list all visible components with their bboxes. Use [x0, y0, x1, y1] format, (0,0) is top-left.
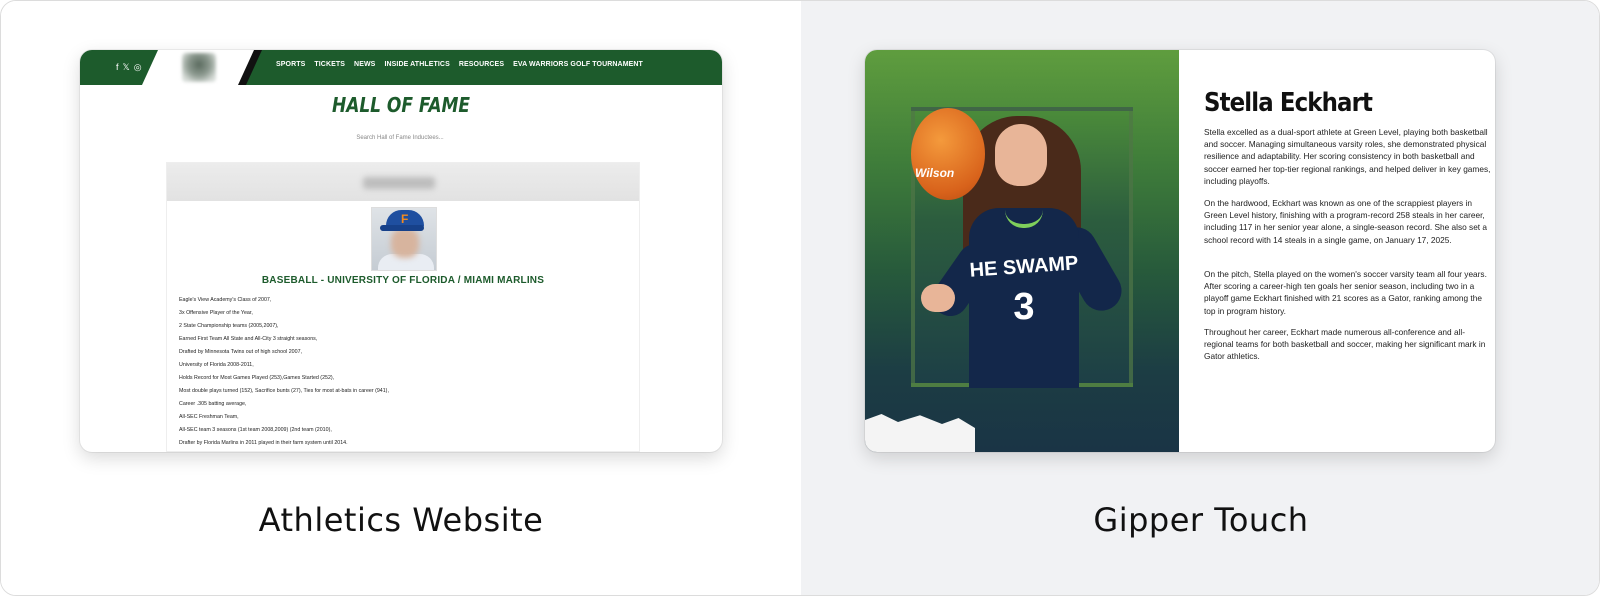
accomplishment-line: University of Florida 2008-2011, [179, 362, 254, 368]
left-caption: Athletics Website [258, 501, 544, 539]
inductee-profile: F BASEBALL - UNIVERSITY OF FLORIDA / MIA… [166, 162, 640, 452]
athletics-website-screenshot: f 𝕏 ◎ SPORTS TICKETS NEWS INSIDE ATHLETI… [80, 50, 722, 452]
right-caption: Gipper Touch [1093, 501, 1309, 539]
accomplishment-line: Holds Record for Most Games Played (253)… [179, 375, 335, 381]
bio-paragraph: Stella excelled as a dual-sport athlete … [1204, 127, 1491, 186]
facebook-icon[interactable]: f [116, 60, 119, 74]
jersey-number: 3 [1013, 286, 1035, 328]
inductee-sport: BASEBALL - UNIVERSITY OF FLORIDA / MIAMI… [261, 275, 545, 286]
page-title: HALL OF FAME [331, 93, 471, 117]
search-input[interactable]: Search Hall of Fame Inductees... [280, 131, 520, 145]
school-logo[interactable] [182, 53, 216, 82]
accomplishment-line: Earned First Team All State and All-City… [179, 336, 318, 342]
gipper-touch-screenshot: HE SWAMP 3 Wilson Stella Eckhart Stella … [865, 50, 1495, 452]
blurred-inductee-name [363, 177, 435, 189]
left-panel: f 𝕏 ◎ SPORTS TICKETS NEWS INSIDE ATHLETI… [1, 1, 801, 595]
ball-brand: Wilson [915, 166, 955, 180]
comparison-frame: f 𝕏 ◎ SPORTS TICKETS NEWS INSIDE ATHLETI… [0, 0, 1600, 596]
x-icon[interactable]: 𝕏 [123, 60, 130, 74]
accomplishment-line: All-SEC team 3 seasons (1st team 2008,20… [179, 427, 332, 433]
athlete-photo: HE SWAMP 3 Wilson [865, 50, 1179, 452]
accomplishment-line: Eagle's View Academy's Class of 2007, [179, 297, 272, 303]
nav-item-inside-athletics[interactable]: INSIDE ATHLETICS [384, 61, 449, 68]
nav-item-sports[interactable]: SPORTS [276, 61, 305, 68]
accomplishment-line: 3x Offensive Player of the Year, [179, 310, 253, 316]
accomplishment-line: Career .305 batting average, [179, 401, 247, 407]
bio-paragraph: Throughout her career, Eckhart made nume… [1204, 327, 1486, 362]
nav-item-news[interactable]: NEWS [354, 61, 375, 68]
accomplishment-line: Most double plays turned (152), Sacrific… [179, 388, 389, 394]
nav-item-tickets[interactable]: TICKETS [314, 61, 345, 68]
social-links: f 𝕏 ◎ [116, 60, 142, 74]
accomplishment-line: All-SEC Freshman Team, [179, 414, 239, 420]
bio-paragraph: On the pitch, Stella played on the women… [1204, 269, 1487, 316]
torn-paper-decoration [865, 414, 975, 452]
bio-paragraph: On the hardwood, Eckhart was known as on… [1204, 198, 1488, 245]
profile-header [167, 163, 639, 201]
athletics-nav-bar: f 𝕏 ◎ SPORTS TICKETS NEWS INSIDE ATHLETI… [80, 50, 722, 85]
accomplishment-line: Drafted by Minnesota Twins out of high s… [179, 349, 302, 355]
nav-menu: SPORTS TICKETS NEWS INSIDE ATHLETICS RES… [276, 61, 643, 68]
right-panel: HE SWAMP 3 Wilson Stella Eckhart Stella … [801, 1, 1599, 595]
accomplishment-line: 2 State Championship teams (2005,2007), [179, 323, 279, 329]
athlete-name: Stella Eckhart [1204, 88, 1373, 118]
inductee-accomplishments: Eagle's View Academy's Class of 2007, 3x… [179, 294, 629, 450]
instagram-icon[interactable]: ◎ [134, 60, 142, 74]
nav-item-golf-tournament[interactable]: EVA WARRIORS GOLF TOURNAMENT [513, 61, 643, 68]
basketball-icon [911, 108, 985, 200]
inductee-photo: F [371, 207, 437, 271]
nav-item-resources[interactable]: RESOURCES [459, 61, 504, 68]
accomplishment-line: Drafter by Florida Marlins in 2011 playe… [179, 440, 348, 446]
